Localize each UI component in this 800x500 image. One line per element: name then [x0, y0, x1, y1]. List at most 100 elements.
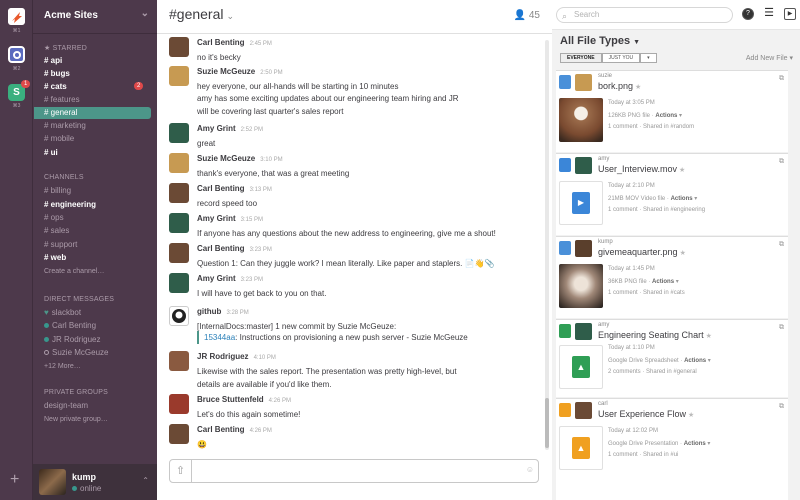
message-author[interactable]: github	[197, 307, 221, 316]
star-icon[interactable]: ★	[635, 84, 641, 91]
external-link-icon[interactable]: ⧉	[779, 158, 784, 166]
comments-link[interactable]: 1 comment	[608, 207, 638, 213]
external-link-icon[interactable]: ⧉	[779, 241, 784, 249]
private-groups-header[interactable]: PRIVATE GROUPS	[44, 389, 108, 396]
dm-slackbot[interactable]: ♥ slackbot	[44, 308, 81, 317]
shared-in-link[interactable]: Shared in #ui	[643, 452, 678, 458]
message-author[interactable]: JR Rodriguez	[197, 352, 249, 361]
avatar[interactable]	[169, 153, 189, 173]
avatar[interactable]	[169, 351, 189, 371]
avatar[interactable]	[575, 157, 592, 174]
message-author[interactable]: Amy Grint	[197, 274, 236, 283]
comments-link[interactable]: 1 comment	[608, 452, 638, 458]
file-thumbnail[interactable]	[559, 98, 603, 142]
message-timestamp[interactable]: 4:10 PM	[254, 355, 276, 361]
sidebar-item-cats[interactable]: # cats	[44, 82, 67, 91]
message-scrollbar[interactable]	[545, 40, 549, 450]
new-private-group-link[interactable]: New private group…	[44, 416, 108, 423]
sidebar-item-ops[interactable]: # ops	[44, 213, 64, 222]
sidebar-item-sales[interactable]: # sales	[44, 226, 69, 235]
avatar[interactable]	[169, 394, 189, 414]
message-timestamp[interactable]: 3:13 PM	[250, 187, 272, 193]
sidebar-item-api[interactable]: # api	[44, 56, 62, 65]
external-link-icon[interactable]: ⧉	[779, 324, 784, 332]
comments-link[interactable]: 2 comments	[608, 369, 641, 375]
dm-suzie-mcgeuze[interactable]: Suzie McGeuze	[44, 348, 108, 357]
more-dms-link[interactable]: +12 More…	[44, 363, 81, 370]
avatar[interactable]	[169, 66, 189, 86]
sidebar-item-marketing[interactable]: # marketing	[44, 121, 86, 130]
file-card[interactable]: kump givemeaquarter.png ★ ⧉ Today at 1:45…	[556, 236, 788, 318]
file-thumbnail[interactable]: ▲	[559, 426, 603, 470]
message-timestamp[interactable]: 2:45 PM	[250, 41, 272, 47]
avatar[interactable]	[169, 243, 189, 263]
message-timestamp[interactable]: 3:23 PM	[241, 277, 263, 283]
starred-header[interactable]: ★ STARRED	[44, 44, 87, 52]
message-timestamp[interactable]: 2:52 PM	[241, 127, 263, 133]
channel-title[interactable]: #general	[169, 6, 224, 22]
sidebar-item-web[interactable]: # web	[44, 253, 66, 262]
message-author[interactable]: Amy Grint	[197, 124, 236, 133]
star-icon[interactable]: ★	[706, 333, 712, 340]
message-timestamp[interactable]: 4:26 PM	[250, 428, 272, 434]
create-channel-link[interactable]: Create a channel…	[44, 268, 104, 275]
message-timestamp[interactable]: 4:26 PM	[269, 398, 291, 404]
file-name[interactable]: bork.png ★	[598, 81, 641, 91]
search-input[interactable]: ⌕ Search	[556, 7, 733, 23]
message-author[interactable]: Carl Benting	[197, 425, 245, 434]
avatar[interactable]	[575, 74, 592, 91]
message-timestamp[interactable]: 2:50 PM	[260, 70, 282, 76]
avatar[interactable]	[575, 240, 592, 257]
sidebar-item-features[interactable]: # features	[44, 95, 80, 104]
message-timestamp[interactable]: 3:23 PM	[250, 247, 272, 253]
avatar[interactable]	[169, 123, 189, 143]
member-count[interactable]: 👤 45	[514, 10, 540, 21]
avatar[interactable]	[169, 37, 189, 57]
chevron-down-icon[interactable]: ⌄	[227, 11, 235, 21]
file-owner[interactable]: kump	[598, 239, 613, 245]
file-thumbnail[interactable]: ▶	[559, 181, 603, 225]
file-name[interactable]: User_Interview.mov ★	[598, 164, 685, 174]
star-icon[interactable]: ★	[679, 167, 685, 174]
shared-in-link[interactable]: Shared in #cats	[643, 290, 685, 296]
external-link-icon[interactable]: ⧉	[779, 403, 784, 411]
channels-header[interactable]: CHANNELS	[44, 174, 84, 181]
message-timestamp[interactable]: 3:10 PM	[260, 157, 282, 163]
actions-menu[interactable]: Actions	[684, 358, 706, 364]
comments-link[interactable]: 1 comment	[608, 124, 638, 130]
file-thumbnail[interactable]: ▲	[559, 345, 603, 389]
file-card[interactable]: suzie bork.png ★ ⧉ Today at 3:05 PM 126KB…	[556, 70, 788, 152]
message-timestamp[interactable]: 3:28 PM	[226, 310, 248, 316]
play-icon[interactable]: ▶	[784, 8, 796, 20]
user-menu[interactable]: kump online ⌃	[33, 464, 157, 500]
team-menu[interactable]: Acme Sites ⌄	[33, 0, 157, 34]
message-author[interactable]: Suzie McGeuze	[197, 67, 255, 76]
file-card[interactable]: amy Engineering Seating Chart ★ ⧉ ▲ Today…	[556, 319, 788, 397]
avatar[interactable]	[169, 424, 189, 444]
chevron-down-icon[interactable]: ▾	[640, 53, 657, 63]
github-icon[interactable]	[169, 306, 189, 326]
file-name[interactable]: Engineering Seating Chart ★	[598, 330, 712, 340]
dm-carl-benting[interactable]: Carl Benting	[44, 321, 96, 330]
team-icon-1[interactable]	[8, 8, 25, 25]
message-author[interactable]: Carl Benting	[197, 184, 245, 193]
file-type-filter[interactable]: All File Types ▼	[560, 35, 640, 47]
external-link-icon[interactable]: ⧉	[779, 75, 784, 83]
shared-in-link[interactable]: Shared in #engineering	[643, 207, 705, 213]
commit-link[interactable]: 15344aa	[204, 333, 235, 342]
file-card[interactable]: carl User Experience Flow ★ ⧉ ▲ Today at …	[556, 398, 788, 500]
upload-icon[interactable]: ⇧	[170, 460, 192, 482]
file-name[interactable]: givemeaquarter.png ★	[598, 247, 686, 257]
message-timestamp[interactable]: 3:15 PM	[241, 217, 263, 223]
shared-in-link[interactable]: Shared in #general	[646, 369, 697, 375]
dm-jr-rodriguez[interactable]: JR Rodriguez	[44, 335, 100, 344]
actions-menu[interactable]: Actions	[652, 279, 674, 285]
star-icon[interactable]: ★	[688, 412, 694, 419]
avatar[interactable]	[575, 402, 592, 419]
file-name[interactable]: User Experience Flow ★	[598, 409, 694, 419]
avatar[interactable]	[169, 183, 189, 203]
group-design-team[interactable]: design-team	[44, 401, 88, 410]
add-team-icon[interactable]: +	[10, 472, 19, 488]
message-author[interactable]: Carl Benting	[197, 244, 245, 253]
actions-menu[interactable]: Actions	[671, 196, 693, 202]
